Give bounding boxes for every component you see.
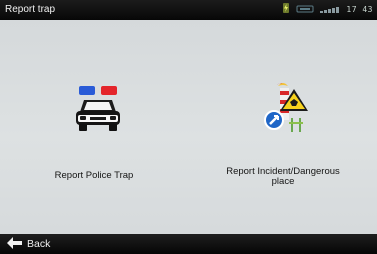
- gps-icon: [296, 1, 314, 19]
- back-label: Back: [27, 238, 51, 250]
- police-car-icon: [74, 86, 122, 137]
- clock: 17 43: [346, 5, 373, 14]
- report-options-panel: Report Police Trap Report Incident/Dange…: [0, 20, 377, 234]
- arrow-left-icon: [7, 236, 22, 252]
- battery-charging-icon: [281, 1, 291, 19]
- page-title: Report trap: [5, 4, 56, 15]
- title-bar: Report trap 17 43: [0, 0, 377, 20]
- report-police-trap-button[interactable]: Report Police Trap: [0, 20, 188, 234]
- back-button[interactable]: Back: [7, 236, 51, 252]
- status-area: 17 43: [281, 1, 373, 19]
- report-incident-label: Report Incident/Dangerous place: [226, 166, 340, 187]
- bottom-bar: Back: [0, 234, 377, 254]
- report-police-trap-label: Report Police Trap: [54, 170, 134, 181]
- signal-icon: [319, 1, 341, 19]
- report-incident-button[interactable]: Report Incident/Dangerous place: [189, 20, 377, 234]
- incident-warning-icon: [263, 80, 311, 141]
